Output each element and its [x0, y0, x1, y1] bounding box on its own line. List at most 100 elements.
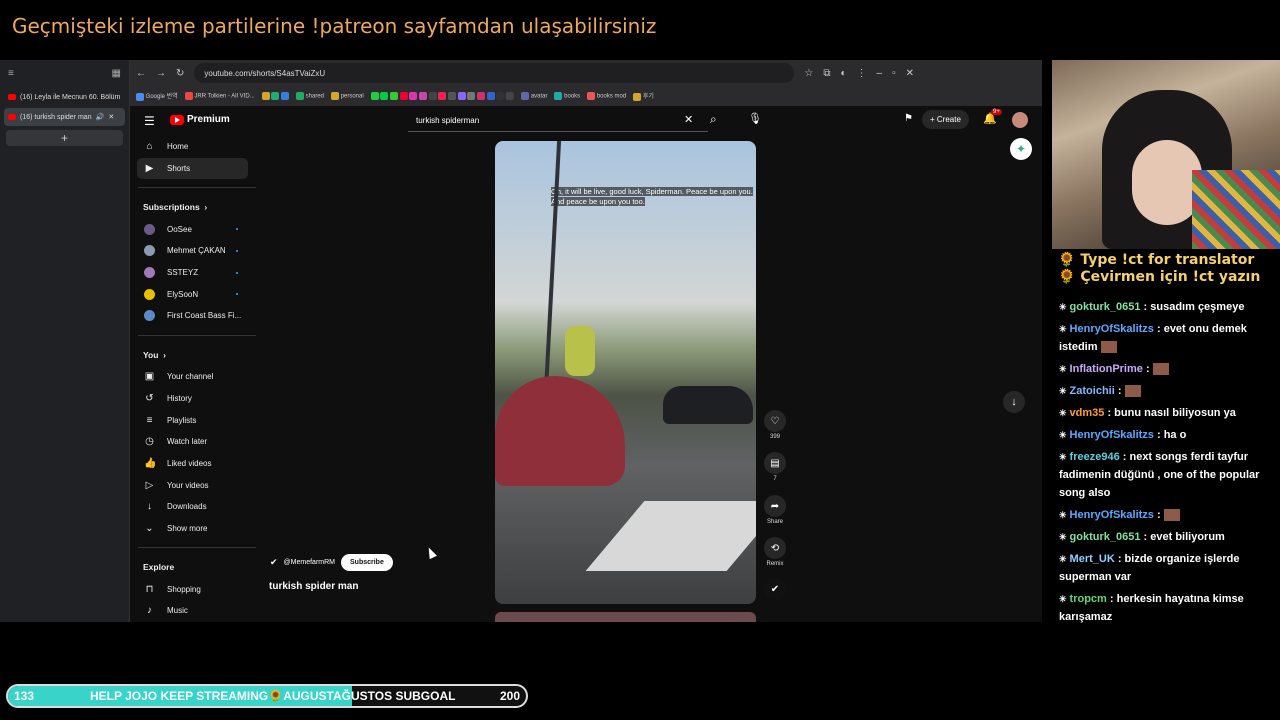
avatar[interactable]: [1012, 112, 1028, 128]
minimize-icon[interactable]: –: [877, 68, 883, 79]
chat-username[interactable]: freeze946: [1070, 451, 1120, 463]
next-arrow-icon[interactable]: ↓: [1003, 391, 1025, 413]
chat-text: : bunu nasıl biliyosun ya: [1104, 407, 1236, 419]
channel-name[interactable]: @MemefarmRM: [284, 559, 335, 566]
bookmark-item[interactable]: books mod: [587, 92, 626, 100]
chat-message: ✳ HenryOfSkalitzs : ha o: [1052, 424, 1280, 446]
sidebar-item-liked[interactable]: 👍 Liked videos: [130, 453, 256, 475]
channel-row: ✔ @MemefarmRM Subscribe: [270, 554, 393, 571]
bookmark-item[interactable]: shared: [296, 92, 324, 100]
sparkle-icon[interactable]: ✦: [1010, 138, 1032, 160]
maximize-icon[interactable]: ▫: [892, 68, 896, 79]
new-tab-button[interactable]: +: [6, 130, 123, 146]
divider: [138, 334, 256, 336]
chat-badge-icon: ✳: [1059, 408, 1067, 418]
back-icon[interactable]: ←: [136, 68, 146, 79]
hamburger-icon[interactable]: ☰: [144, 114, 155, 128]
chat-emote-icon: [1124, 385, 1141, 398]
chat-message: ✳ InflationPrime :: [1052, 358, 1280, 380]
checkmark-icon: ✔: [764, 578, 786, 600]
divider: [138, 547, 256, 549]
reload-icon[interactable]: ↻: [176, 68, 184, 79]
youtube-logo[interactable]: Premium: [170, 114, 230, 125]
subscribe-button[interactable]: Subscribe: [341, 554, 393, 571]
sidebar-item-your-videos[interactable]: ▷ Your videos: [130, 474, 256, 496]
sidebar-item-sub[interactable]: SSTEYZ: [130, 262, 256, 284]
sidebar-item-shopping[interactable]: ⊓ Shopping: [130, 578, 256, 600]
chat-badge-icon: ✳: [1059, 554, 1067, 564]
check-button[interactable]: ✔: [764, 578, 786, 602]
address-bar[interactable]: youtube.com/shorts/S4asTVaiZxU: [194, 63, 795, 83]
bookmark-item[interactable]: books: [554, 92, 580, 100]
bookmark-item[interactable]: personal: [331, 92, 364, 100]
chat-username[interactable]: HenryOfSkalitzs: [1070, 509, 1154, 521]
chat-username[interactable]: gokturk_0651: [1070, 301, 1141, 313]
subscriptions-heading[interactable]: Subscriptions ›: [130, 196, 256, 218]
street-pole: [542, 141, 562, 411]
bookmark-item[interactable]: 후기: [633, 91, 654, 101]
speaker-icon[interactable]: 🔊: [96, 113, 105, 121]
chat-username[interactable]: vdm35: [1070, 407, 1105, 419]
close-window-icon[interactable]: ✕: [906, 68, 914, 79]
sidebar-item-watch-later[interactable]: ◷ Watch later: [130, 431, 256, 453]
comments-button[interactable]: ▤ 7: [764, 452, 786, 482]
tab-actions-icon[interactable]: ≡: [8, 68, 14, 79]
checkmark-icon: ✔: [270, 557, 278, 567]
chat-message: ✳ vdm35 : bunu nasıl biliyosun ya: [1052, 402, 1280, 424]
chat-notice: 🌻 Type !ct for translator: [1058, 252, 1255, 268]
search-input[interactable]: turkish spiderman: [408, 110, 708, 132]
short-video-player[interactable]: Oh, it will be live, good luck, Spiderma…: [495, 141, 756, 604]
chat-username[interactable]: tropcm: [1070, 593, 1107, 605]
red-car: [495, 376, 625, 486]
chat-username[interactable]: InflationPrime: [1070, 363, 1143, 375]
tab-turkish-spider-man[interactable]: (16) turkish spider man 🔊 ✕: [4, 108, 125, 126]
mic-icon[interactable]: 🎙: [748, 112, 762, 125]
next-short-preview[interactable]: [495, 612, 756, 622]
sidebar-item-music[interactable]: ♪ Music: [130, 600, 256, 622]
remix-button[interactable]: ⟲ Remix: [764, 537, 786, 567]
close-tab-icon[interactable]: ✕: [108, 113, 114, 121]
sidebar-item-sub[interactable]: First Coast Bass Fi...: [130, 305, 256, 327]
chat-text: : susadım çeşmeye: [1140, 301, 1245, 313]
cast-icon[interactable]: ⚑: [904, 113, 913, 124]
sidebar-item-show-more[interactable]: ⌄ Show more: [130, 518, 256, 540]
bookmark-icons[interactable]: [370, 92, 515, 100]
chat-username[interactable]: HenryOfSkalitzs: [1070, 323, 1154, 335]
chat-badge-icon: ✳: [1059, 532, 1067, 542]
sidebar-item-sub[interactable]: OoSee: [130, 218, 256, 240]
bookmark-item[interactable]: JRR Tolkien - All VID...: [184, 92, 255, 100]
menu-icon[interactable]: ⋮: [857, 68, 867, 79]
chat-username[interactable]: Mert_UK: [1070, 553, 1115, 565]
forward-icon[interactable]: →: [156, 68, 166, 79]
search-icon[interactable]: ⌕: [710, 112, 717, 127]
create-button[interactable]: + Create: [922, 110, 969, 129]
sidebar-item-playlists[interactable]: ≡ Playlists: [130, 409, 256, 431]
chat-username[interactable]: Zatoichii: [1070, 385, 1115, 397]
you-heading[interactable]: You ›: [130, 344, 256, 366]
sidebar-item-history[interactable]: ↺ History: [130, 388, 256, 410]
clear-search-icon[interactable]: ✕: [684, 113, 693, 126]
sidebar-item-your-channel[interactable]: ▣ Your channel: [130, 366, 256, 388]
star-icon[interactable]: ☆: [804, 68, 813, 79]
chat-text: : evet biliyorum: [1140, 531, 1225, 543]
sidebar-item-shorts[interactable]: ▶ Shorts: [137, 157, 248, 180]
tab-leyla[interactable]: (16) Leyla ile Mecnun 60. Bölüm: [4, 88, 125, 106]
profile-icon[interactable]: ◐: [841, 68, 847, 79]
chat-badge-icon: ✳: [1059, 324, 1067, 334]
chat-badge-icon: ✳: [1059, 302, 1067, 312]
chat-emote-icon: [1163, 509, 1180, 522]
sidebar-item-downloads[interactable]: ↓ Downloads: [130, 496, 256, 518]
sidebar-item-sub[interactable]: Mehmet ÇAKAN: [130, 240, 256, 262]
chat-username[interactable]: HenryOfSkalitzs: [1070, 429, 1154, 441]
chat-username[interactable]: gokturk_0651: [1070, 531, 1141, 543]
tab-title: (16) Leyla ile Mecnun 60. Bölüm: [20, 93, 121, 101]
extensions-icon[interactable]: ⧉: [823, 68, 830, 79]
sidebar-item-sub[interactable]: ElySooN: [130, 283, 256, 305]
share-button[interactable]: ➦ Share: [764, 495, 786, 525]
bookmark-item[interactable]: avatar: [521, 92, 547, 100]
tab-grid-icon[interactable]: ▦: [112, 68, 121, 79]
bookmark-icons[interactable]: [261, 92, 289, 100]
sidebar-item-home[interactable]: ⌂ Home: [130, 136, 256, 158]
like-button[interactable]: ♡ 399: [764, 410, 786, 440]
bookmark-item[interactable]: Google 번역: [136, 91, 178, 101]
